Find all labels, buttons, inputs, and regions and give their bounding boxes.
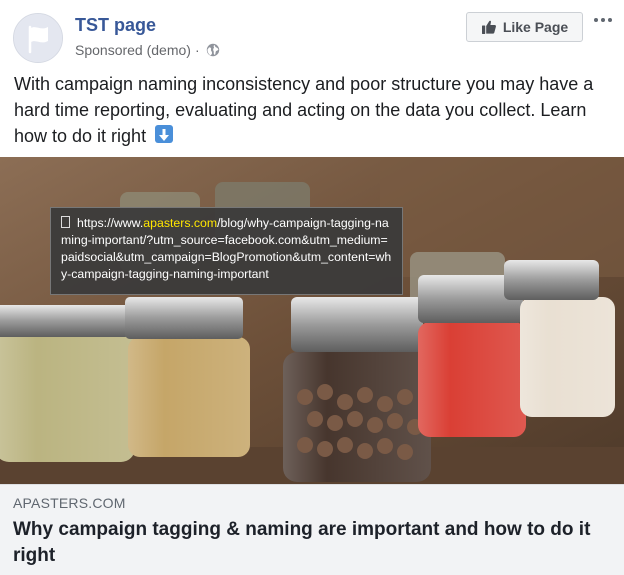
link-glyph-icon [61, 216, 70, 228]
link-preview-footer[interactable]: APASTERS.COM Why campaign tagging & nami… [0, 484, 624, 575]
like-page-button[interactable]: Like Page [466, 12, 583, 42]
link-title[interactable]: Why campaign tagging & naming are import… [13, 517, 613, 569]
tooltip-url-prefix: https://www. [77, 216, 144, 230]
sponsored-post: TST page Sponsored (demo) · Like Page Wi… [0, 0, 624, 575]
url-tooltip: https://www.apasters.com/blog/why-campai… [50, 207, 403, 295]
like-page-label: Like Page [502, 19, 569, 35]
sponsored-label[interactable]: Sponsored (demo) [75, 41, 191, 59]
thumbs-up-icon [481, 20, 496, 34]
post-meta: Sponsored (demo) · [75, 41, 220, 59]
down-arrow-icon [155, 125, 174, 143]
post-text: With campaign naming inconsistency and p… [14, 71, 614, 149]
page-name-link[interactable]: TST page [75, 14, 156, 36]
flag-icon [14, 14, 62, 62]
meta-separator: · [194, 42, 200, 58]
globe-icon[interactable] [206, 43, 220, 57]
more-options-icon[interactable] [590, 10, 616, 30]
post-body: With campaign naming inconsistency and p… [14, 74, 594, 146]
tooltip-url-domain: apasters.com [143, 216, 218, 230]
page-avatar[interactable] [13, 13, 63, 63]
link-domain: APASTERS.COM [13, 495, 126, 511]
